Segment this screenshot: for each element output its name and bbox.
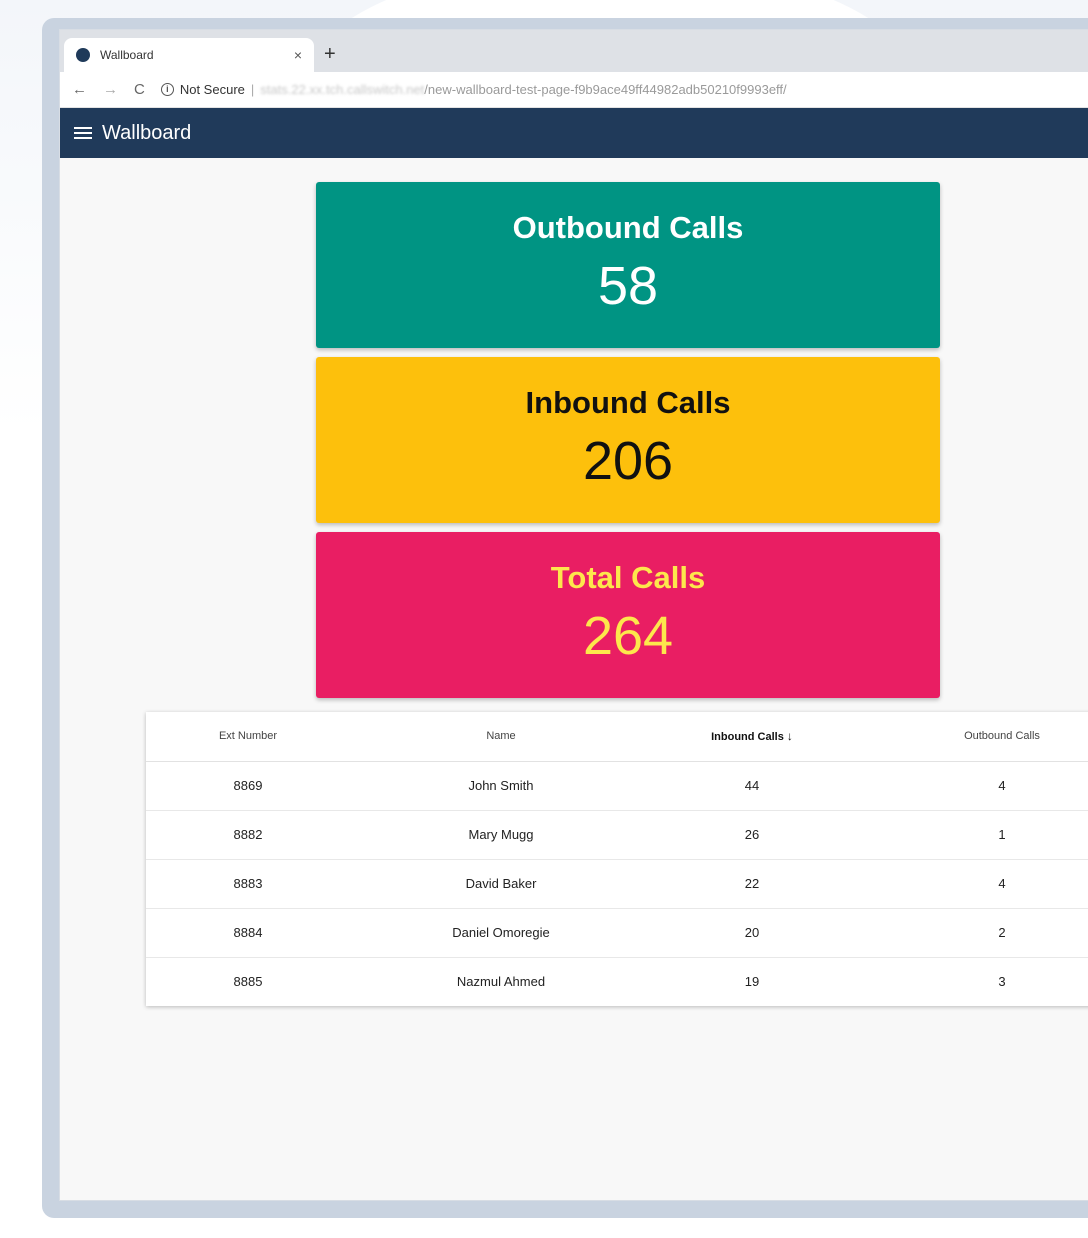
- reload-icon[interactable]: C: [134, 81, 145, 98]
- forward-arrow-icon[interactable]: →: [103, 81, 118, 98]
- table-row: 8884 Daniel Omoregie 20 2: [146, 908, 1088, 958]
- security-label: Not Secure: [179, 82, 245, 97]
- cell-inbound-calls: 26: [652, 810, 852, 860]
- app-bar: Wallboard: [60, 108, 1088, 158]
- hamburger-menu-icon[interactable]: [74, 126, 92, 140]
- address-toolbar: ← → C i Not Secure | stats.22.xx.tch.cal…: [60, 72, 1088, 108]
- column-header-outbound-calls[interactable]: Outbound Calls: [852, 712, 1088, 762]
- cell-name: John Smith: [350, 761, 652, 811]
- cell-outbound-calls: 3: [998, 974, 1006, 990]
- card-title: Outbound Calls: [512, 210, 744, 245]
- cell-ext-number: 8869: [146, 761, 350, 811]
- inbound-calls-card: Inbound Calls 206: [316, 357, 940, 523]
- separator: |: [250, 82, 255, 97]
- cell-ext-number: 8885: [233, 974, 263, 990]
- column-header-name[interactable]: Name: [350, 712, 652, 762]
- cell-name: Daniel Omoregie: [350, 908, 652, 958]
- column-header-label: Inbound Calls: [711, 731, 784, 744]
- cell-inbound-calls: 20: [652, 908, 852, 958]
- extensions-table-card: Ext Number Name Inbound Calls ↓ Outbound …: [146, 712, 1088, 1006]
- app-title: Wallboard: [102, 121, 192, 144]
- info-icon[interactable]: i: [160, 83, 174, 96]
- table-header-row: Ext Number Name Inbound Calls ↓ Outbound …: [146, 712, 1088, 762]
- cell-name: Nazmul Ahmed: [456, 974, 546, 990]
- tab-title: Wallboard: [100, 48, 154, 62]
- cell-name: David Baker: [350, 859, 652, 909]
- card-value: 264: [582, 606, 674, 666]
- outbound-calls-card: Outbound Calls 58: [316, 182, 940, 348]
- table-row: 8869 John Smith 44 4: [146, 761, 1088, 811]
- card-title: Total Calls: [550, 560, 706, 595]
- cell-name: Mary Mugg: [350, 810, 652, 860]
- card-title: Inbound Calls: [525, 385, 731, 420]
- table-row: 8882 Mary Mugg 26 1: [146, 810, 1088, 860]
- table-row: 8885 Nazmul Ahmed 19 3: [146, 957, 1088, 1006]
- column-header-inbound-calls[interactable]: Inbound Calls ↓: [652, 712, 852, 762]
- sort-down-icon: ↓: [786, 729, 793, 744]
- close-icon[interactable]: ×: [294, 47, 302, 63]
- cell-outbound-calls: 2: [852, 908, 1088, 958]
- new-tab-button[interactable]: +: [324, 42, 336, 66]
- tab-strip: Wallboard × +: [60, 30, 1088, 72]
- cell-outbound-calls: 4: [852, 859, 1088, 909]
- table-row: 8883 David Baker 22 4: [146, 859, 1088, 909]
- browser-tab[interactable]: Wallboard ×: [64, 38, 314, 72]
- card-value: 206: [582, 431, 674, 491]
- address-bar[interactable]: i Not Secure | stats.22.xx.tch.callswitc…: [160, 82, 787, 97]
- column-header-ext-number[interactable]: Ext Number: [146, 712, 350, 762]
- cell-inbound-calls: 22: [652, 859, 852, 909]
- cell-ext-number: 8882: [146, 810, 350, 860]
- total-calls-card: Total Calls 264: [316, 532, 940, 698]
- cell-ext-number: 8883: [146, 859, 350, 909]
- cell-outbound-calls: 1: [852, 810, 1088, 860]
- cell-ext-number: 8884: [146, 908, 350, 958]
- back-arrow-icon[interactable]: ←: [72, 81, 87, 98]
- cell-inbound-calls: 19: [744, 974, 760, 990]
- favicon-icon: [76, 48, 90, 62]
- cell-inbound-calls: 44: [652, 761, 852, 811]
- card-value: 58: [597, 256, 659, 316]
- cell-outbound-calls: 4: [852, 761, 1088, 811]
- browser-window: Wallboard × + ← → C i Not Secure | stats…: [60, 30, 1088, 1200]
- url-host: stats.22.xx.tch.callswitch.net: [260, 82, 425, 97]
- url-path: /new-wallboard-test-page-f9b9ace49ff4498…: [424, 82, 787, 97]
- extensions-table: Ext Number Name Inbound Calls ↓ Outbound …: [146, 712, 1088, 1006]
